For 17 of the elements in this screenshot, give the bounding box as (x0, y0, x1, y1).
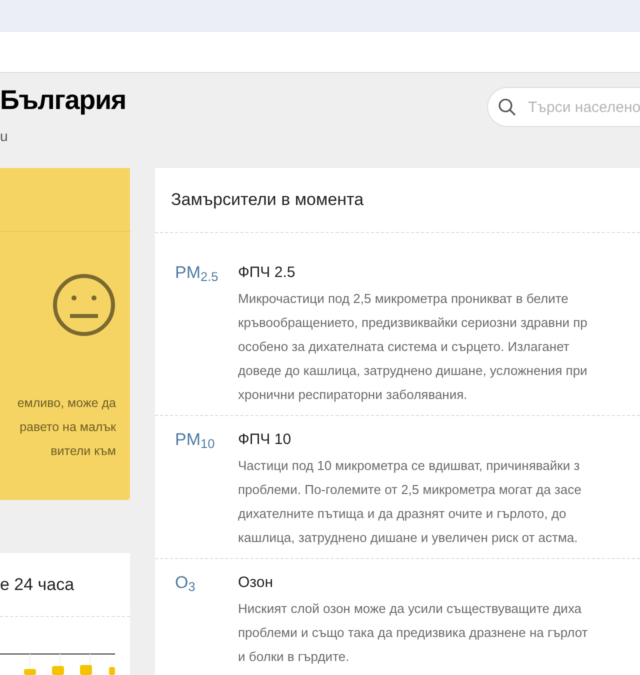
pollutant-symbol: PM$_{10}$ (175, 429, 216, 454)
search-icon (498, 98, 516, 116)
pollutant-name: Озон (238, 573, 274, 593)
page-title: България (0, 84, 126, 117)
pollutant-name: ФПЧ 10 (238, 430, 292, 450)
pollutant-description: Ниският слой озон може да усили съществуващите диха проблеми и също така да предизвика дразнене на гърлот и болки в гърдите. (238, 600, 588, 666)
air-quality-description: емливо, може да равето на малък вители към (16, 395, 117, 460)
card-title: е 24 часа (0, 574, 74, 596)
page-subtitle: u (0, 127, 9, 146)
pollutant-description: Микрочастици под 2,5 микрометра проникват в белите кръвообращението, предизвиквайки сериозни здравни пр особено за дихателната система и сърцето. Излаганет доведе до кашлица, затруднено дишане, усложнения при хронични респираторни заболявания. (238, 290, 588, 404)
pollutant-name: ФПЧ 2.5 (238, 263, 296, 283)
pollutant-description: Частици под 10 микрометра се вдишват, причинявайки з проблеми. По-големите от 2,5 микрометра могат да засе дихателните пътища и да дразнят очите и гърлото, до кашлица, затруднено дишане и увеличен риск от астма. (238, 457, 582, 547)
pollutant-symbol: PM$_{2.5}$ (175, 262, 220, 286)
card-title: Замърсители в момента (171, 189, 364, 212)
search-field[interactable]: Търси населено (487, 87, 640, 127)
neutral-face-icon (52, 273, 116, 337)
pollutant-symbol: O$_{3}$ (175, 572, 196, 596)
